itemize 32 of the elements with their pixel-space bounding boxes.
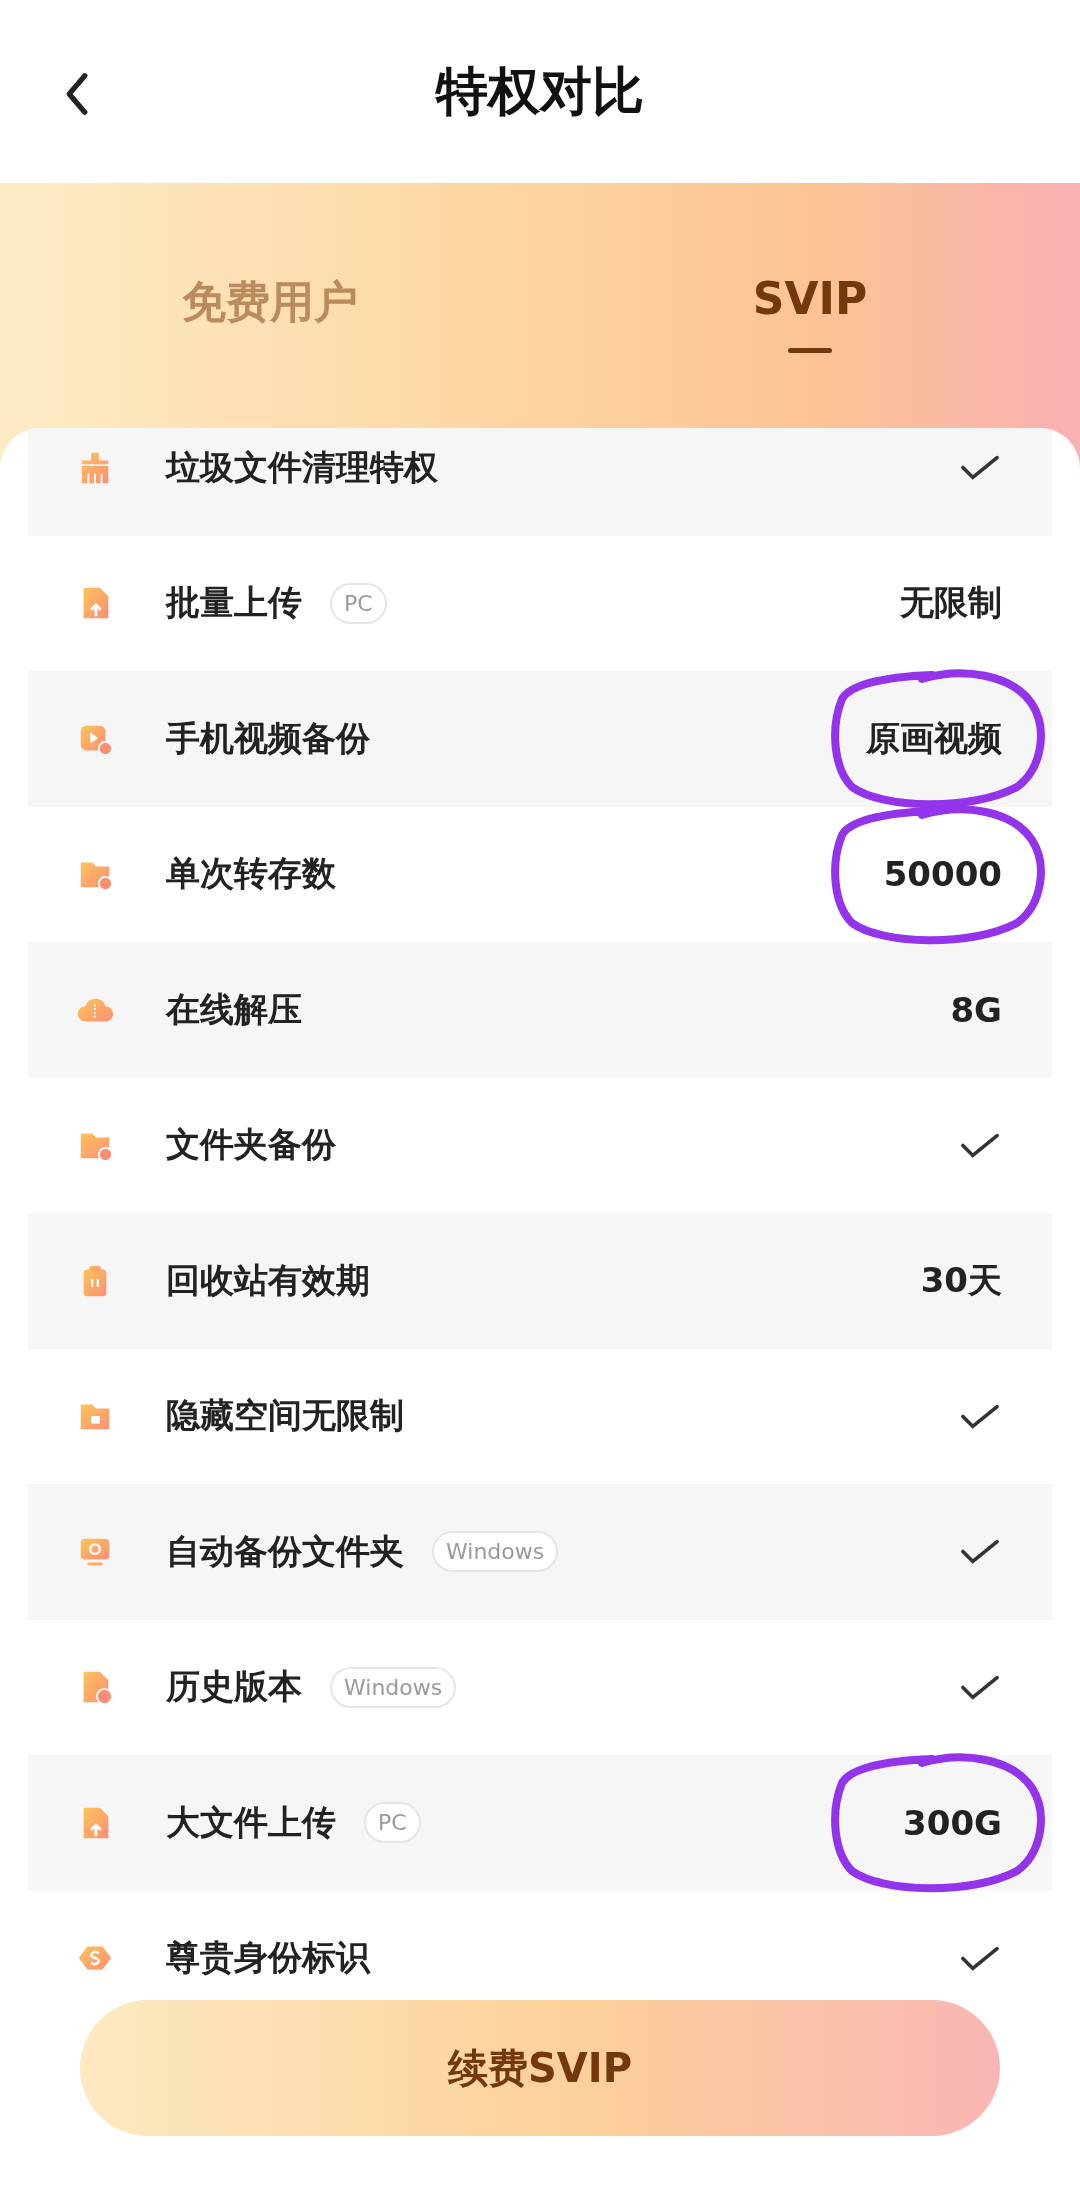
check-icon <box>960 1131 1000 1159</box>
check-icon <box>960 454 1000 482</box>
platform-tag: Windows <box>432 1531 559 1573</box>
feature-value: 8G <box>950 989 1002 1030</box>
renew-button[interactable]: 续费SVIP <box>80 2000 1000 2136</box>
feature-value: 50000 <box>883 854 1002 895</box>
check-icon <box>960 1673 1000 1701</box>
back-icon[interactable] <box>64 72 90 116</box>
feature-label: 单次转存数 <box>166 852 336 896</box>
feature-label: 历史版本 <box>166 1665 302 1709</box>
feature-label: 尊贵身份标识 <box>166 1936 370 1980</box>
check-icon <box>960 1944 1000 1972</box>
feature-label: 自动备份文件夹 <box>166 1529 404 1573</box>
check-icon <box>960 1538 1000 1566</box>
feature-label: 大文件上传 <box>166 1800 336 1844</box>
platform-tag: Windows <box>330 1666 457 1708</box>
tab[interactable]: SVIP <box>540 273 1080 373</box>
feature-label: 文件夹备份 <box>166 1123 336 1167</box>
platform-tag: PC <box>364 1802 421 1844</box>
feature-label: 批量上传 <box>166 581 302 625</box>
page-title: 特权对比 <box>436 59 644 123</box>
feature-label: 在线解压 <box>166 987 302 1031</box>
feature-label: 垃圾文件清理特权 <box>166 445 438 489</box>
feature-value: 原画视频 <box>866 716 1002 760</box>
feature-label: 隐藏空间无限制 <box>166 1394 404 1438</box>
feature-value: 30天 <box>920 1258 1002 1302</box>
feature-value: 无限制 <box>900 581 1002 625</box>
check-icon <box>960 1402 1000 1430</box>
feature-value: 300G <box>903 1802 1002 1843</box>
feature-label: 回收站有效期 <box>166 1258 370 1302</box>
feature-label: 手机视频备份 <box>166 716 370 760</box>
platform-tag: PC <box>330 582 387 624</box>
